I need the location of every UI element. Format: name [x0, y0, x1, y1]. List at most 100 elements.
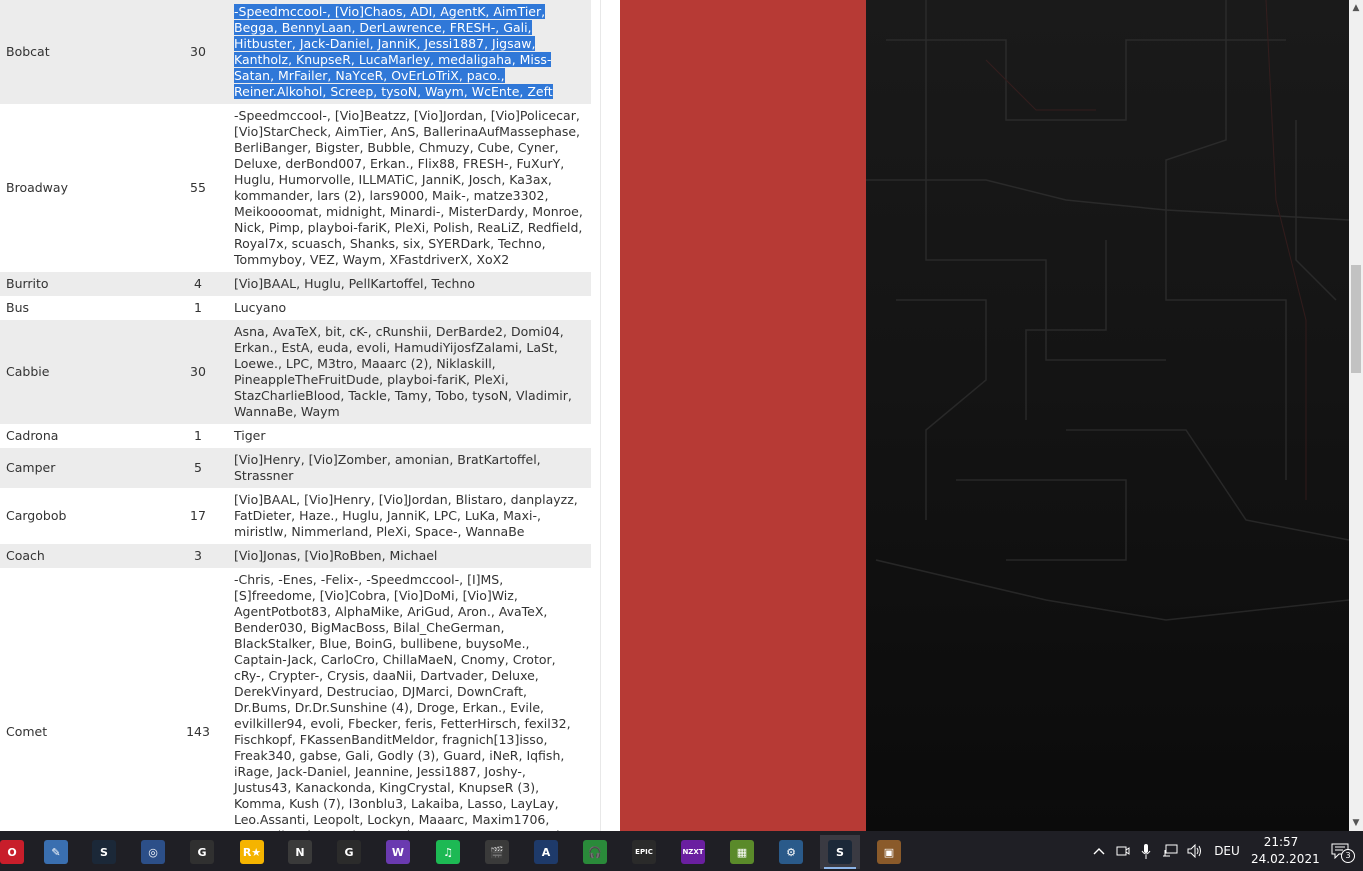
drivers-list-cell: [Vio]Henry, [Vio]Zomber, amonian, BratKa… — [228, 448, 591, 488]
table-row: Comet 143 -Chris, -Enes, -Felix-, -Speedmc… — [0, 568, 591, 831]
vehicle-name-cell: Cadrona — [0, 424, 168, 448]
taskbar-app-button[interactable]: ▣ — [869, 835, 909, 869]
selected-text: -Speedmccool-, [Vio]Chaos, ADI, AgentK, … — [234, 4, 553, 99]
camera-tray-icon[interactable] — [1112, 831, 1134, 871]
drivers-list-cell: Tiger — [228, 424, 591, 448]
taskbar-clock[interactable]: 21:57 24.02.2021 — [1251, 834, 1320, 868]
taskbar-app-button[interactable]: ✎ — [36, 835, 76, 869]
map-background-panel — [866, 0, 1349, 831]
vehicle-name-cell: Cargobob — [0, 488, 168, 544]
show-hidden-icons-chevron-icon[interactable] — [1088, 831, 1110, 871]
taskbar-app-button[interactable]: 🎧 — [575, 835, 615, 869]
taskbar-app-button[interactable]: N — [280, 835, 320, 869]
driver-count-cell: 1 — [168, 424, 228, 448]
drivers-list-cell: Asna, AvaTeX, bit, cK-, cRunshii, DerBar… — [228, 320, 591, 424]
microphone-tray-icon[interactable] — [1135, 831, 1157, 871]
taskbar-app-button[interactable]: ▦ — [722, 835, 762, 869]
scroll-down-arrow-icon[interactable]: ▼ — [1349, 815, 1363, 831]
taskbar-app-button[interactable]: O — [0, 835, 24, 869]
table-row: Cadrona 1 Tiger — [0, 424, 591, 448]
nvidia-icon: N — [288, 840, 312, 864]
taskbar-app-button[interactable]: S — [820, 835, 860, 869]
taskbar-app-button[interactable]: G — [329, 835, 369, 869]
chest-app-icon: ▣ — [877, 840, 901, 864]
table-row: Burrito 4 [Vio]BAAL, Huglu, PellKartoffel,… — [0, 272, 591, 296]
input-language-indicator[interactable]: DEU — [1210, 831, 1244, 871]
taskbar-app-button[interactable]: 🎬 — [477, 835, 517, 869]
driver-count-cell: 3 — [168, 544, 228, 568]
driver-count-cell: 143 — [168, 568, 228, 831]
microphone-icon — [1141, 843, 1151, 859]
vehicle-drivers-table-container: Bobcat 30 -Speedmccool-, [Vio]Chaos, ADI, … — [0, 0, 591, 831]
scroll-up-arrow-icon[interactable]: ▲ — [1349, 0, 1363, 16]
table-row: Camper 5 [Vio]Henry, [Vio]Zomber, amonian,… — [0, 448, 591, 488]
taskbar-app-button[interactable]: ♫ — [428, 835, 468, 869]
spotify-icon: ♫ — [436, 840, 460, 864]
driver-count-cell: 5 — [168, 448, 228, 488]
nzxt-icon: NZXT — [681, 840, 705, 864]
vehicle-drivers-table: Bobcat 30 -Speedmccool-, [Vio]Chaos, ADI, … — [0, 0, 591, 831]
table-row: Coach 3 [Vio]Jonas, [Vio]RoBben, Michael — [0, 544, 591, 568]
notification-count-badge: 3 — [1341, 849, 1355, 863]
table-row: Cabbie 30 Asna, AvaTeX, bit, cK-, cRunshii… — [0, 320, 591, 424]
rockstar-icon: R★ — [240, 840, 264, 864]
vehicle-name-cell: Broadway — [0, 104, 168, 272]
taskbar-app-button[interactable]: ⚙ — [771, 835, 811, 869]
notepad-app-icon: ✎ — [44, 840, 68, 864]
drivers-list-cell: -Speedmccool-, [Vio]Beatzz, [Vio]Jordan,… — [228, 104, 591, 272]
taskbar-app-button[interactable]: W — [378, 835, 418, 869]
volume-tray-icon[interactable] — [1183, 831, 1207, 871]
epic-games-icon: EPIC — [632, 840, 656, 864]
table-row: Bobcat 30 -Speedmccool-, [Vio]Chaos, ADI, … — [0, 0, 591, 104]
vehicle-name-cell: Camper — [0, 448, 168, 488]
driver-count-cell: 1 — [168, 296, 228, 320]
table-row: Broadway 55 -Speedmccool-, [Vio]Beatzz, [V… — [0, 104, 591, 272]
system-tray: DEU 21:57 24.02.2021 3 — [1088, 831, 1363, 871]
vehicle-name-cell: Cabbie — [0, 320, 168, 424]
headset-icon: 🎧 — [583, 840, 607, 864]
scroll-thumb[interactable] — [1351, 265, 1361, 373]
table-row: Cargobob 17 [Vio]BAAL, [Vio]Henry, [Vio]Jo… — [0, 488, 591, 544]
vehicle-name-cell: Coach — [0, 544, 168, 568]
camera-icon — [1116, 846, 1130, 856]
steam-icon: S — [92, 840, 116, 864]
map-roads-graphic — [866, 0, 1349, 621]
taskbar-app-button[interactable]: NZXT — [673, 835, 713, 869]
drivers-list-cell: Lucyano — [228, 296, 591, 320]
drivers-list-cell: [Vio]BAAL, Huglu, PellKartoffel, Techno — [228, 272, 591, 296]
driver-count-cell: 17 — [168, 488, 228, 544]
adobe-app-icon: A — [534, 840, 558, 864]
vehicle-name-cell: Bus — [0, 296, 168, 320]
taskbar-app-button[interactable]: R★ — [232, 835, 272, 869]
windows-taskbar: O ✎ S ◎ G R★ N G W ♫ 🎬 A 🎧 EPIC NZXT ▦ ⚙ S ▣ DEU 21:57 24.… — [0, 831, 1363, 871]
clock-time: 21:57 — [1263, 835, 1299, 849]
taskbar-app-button[interactable]: EPIC — [624, 835, 664, 869]
driver-count-cell: 55 — [168, 104, 228, 272]
taskbar-app-button[interactable]: A — [526, 835, 566, 869]
red-background-panel — [620, 0, 866, 831]
taskbar-app-button[interactable]: S — [84, 835, 124, 869]
driver-count-cell: 30 — [168, 320, 228, 424]
circle-app-icon: ◎ — [141, 840, 165, 864]
divider — [600, 0, 601, 831]
action-center-button[interactable]: 3 — [1323, 831, 1357, 871]
driver-count-cell: 30 — [168, 0, 228, 104]
active-window-indicator — [824, 867, 856, 869]
drivers-list-cell: -Speedmccool-, [Vio]Chaos, ADI, AgentK, … — [228, 0, 591, 104]
driver-count-cell: 4 — [168, 272, 228, 296]
page-gutter — [591, 0, 620, 831]
logitech-icon: G — [337, 840, 361, 864]
table-row: Bus 1 Lucyano — [0, 296, 591, 320]
taskbar-app-button[interactable]: ◎ — [133, 835, 173, 869]
gears-app-icon: ⚙ — [779, 840, 803, 864]
network-icon — [1163, 844, 1178, 857]
network-tray-icon[interactable] — [1158, 831, 1182, 871]
clapper-icon: 🎬 — [485, 840, 509, 864]
drivers-list-cell: [Vio]BAAL, [Vio]Henry, [Vio]Jordan, Blis… — [228, 488, 591, 544]
vehicle-name-cell: Burrito — [0, 272, 168, 296]
opera-icon: O — [0, 840, 24, 864]
taskbar-app-button[interactable]: G — [182, 835, 222, 869]
drivers-list-cell: [Vio]Jonas, [Vio]RoBben, Michael — [228, 544, 591, 568]
clock-date: 24.02.2021 — [1251, 852, 1320, 866]
page-scrollbar[interactable]: ▲ ▼ — [1349, 0, 1363, 831]
